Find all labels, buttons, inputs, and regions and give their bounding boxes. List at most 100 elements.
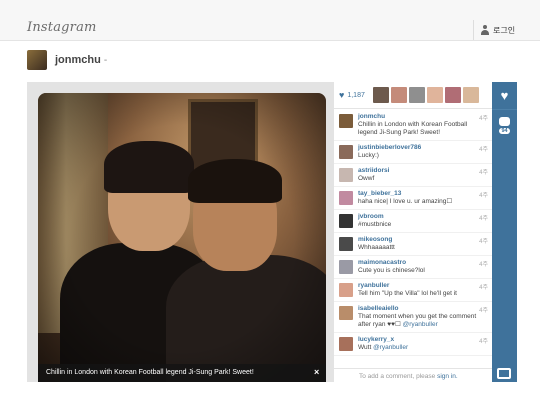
comment-text: haha nice| I love u. ur amazing☐ [358,198,487,206]
comment-text: Chillin in London with Korean Football l… [358,121,487,137]
comment-text: Lucky:) [358,152,487,160]
comment-time: 4주 [479,285,488,291]
commenter-avatar[interactable] [339,214,353,228]
commenter-avatar[interactable] [339,237,353,251]
comment-mention[interactable]: @ryanbuller [403,321,438,328]
comment-time: 4주 [479,262,488,268]
comment-time: 4주 [479,193,488,199]
commenter-avatar[interactable] [339,114,353,128]
comment-text-body: Owwf [358,175,375,182]
comment-body: ryanbuller Tell him "Up the Villa" lol he… [358,282,487,298]
comment-item: justinbieberlover786 Lucky:) 4주 [334,141,492,164]
comment-text-body: Chillin in London with Korean Football l… [358,121,468,136]
instagram-logo[interactable]: Instagram [27,20,97,35]
likes-count[interactable]: 1,187 [347,92,365,99]
comment-username[interactable]: jonmchu [358,113,487,121]
comment-time: 4주 [479,339,488,345]
action-rail: ♥ 94 [492,82,517,382]
sign-in-link[interactable]: sign in. [437,373,458,380]
likers-list [372,87,479,103]
commenter-avatar[interactable] [339,283,353,297]
comment-username[interactable]: justinbieberlover786 [358,144,487,152]
photo-viewer: Chillin in London with Korean Football l… [27,82,517,382]
comment-text-body: Whhaaaaattt [358,244,395,251]
comment-body: maimonacastro Cute you is chinese?lol [358,259,487,275]
comment-button[interactable]: 94 [492,110,517,140]
comment-text: Whhaaaaattt [358,244,487,252]
comment-mention[interactable]: @ryanbuller [373,344,408,351]
liker-avatar[interactable] [444,87,461,103]
profile-username[interactable]: jonmchu [55,54,101,66]
profile-header: jonmchu - [27,50,107,70]
comment-text: Owwf [358,175,487,183]
like-button[interactable]: ♥ [492,82,517,110]
comment-username[interactable]: astriidorsi [358,167,487,175]
commenter-avatar[interactable] [339,306,353,320]
camera-icon[interactable] [497,368,511,379]
likes-bar: ♥ 1,187 [334,82,492,109]
comment-body: justinbieberlover786 Lucky:) [358,144,487,160]
liker-avatar[interactable] [372,87,389,103]
username-dash: - [103,54,108,66]
comment-text-body: Cute you is chinese?lol [358,267,425,274]
comment-body: jonmchu Chillin in London with Korean Foo… [358,113,487,137]
comment-username[interactable]: tay_bieber_13 [358,190,487,198]
liker-avatar[interactable] [408,87,425,103]
add-comment-prompt: To add a comment, please sign in. [334,368,492,382]
comment-text: #mustbnice [358,221,487,229]
photo[interactable] [38,93,326,382]
avatar[interactable] [27,50,47,70]
comment-text-body: #mustbnice [358,221,392,228]
speech-bubble-icon [499,116,510,126]
comment-text-body: haha nice| I love u. ur amazing☐ [358,198,453,205]
comment-item: ryanbuller Tell him "Up the Villa" lol he… [334,279,492,302]
liker-avatar[interactable] [390,87,407,103]
caption-close-button[interactable]: × [314,367,319,377]
comment-username[interactable]: jvbroom [358,213,487,221]
liker-avatar[interactable] [462,87,479,103]
comment-list[interactable]: jonmchu Chillin in London with Korean Foo… [334,110,492,364]
comment-time: 4주 [479,170,488,176]
liker-avatar[interactable] [426,87,443,103]
comment-item: lucykerry_x Wutt @ryanbuller 4주 [334,333,492,356]
login-button[interactable]: 로그인 [473,20,521,40]
comment-text-body: Tell him "Up the Villa" lol he'll get it [358,290,457,297]
comment-item: maimonacastro Cute you is chinese?lol 4주 [334,256,492,279]
comment-username[interactable]: isabelleaiello [358,305,487,313]
commenter-avatar[interactable] [339,191,353,205]
comment-time: 4주 [479,216,488,222]
heart-icon: ♥ [339,90,345,100]
comment-time: 4주 [479,308,488,314]
comment-username[interactable]: maimonacastro [358,259,487,267]
comment-body: jvbroom #mustbnice [358,213,487,229]
comment-text: Tell him "Up the Villa" lol he'll get it [358,290,487,298]
comment-time: 4주 [479,239,488,245]
comment-time: 4주 [479,147,488,153]
comment-time: 4주 [479,116,488,122]
comment-body: isabelleaiello That moment when you get t… [358,305,487,329]
commenter-avatar[interactable] [339,168,353,182]
comment-text: That moment when you get the comment aft… [358,313,487,329]
comment-username[interactable]: lucykerry_x [358,336,487,344]
comment-item: tay_bieber_13 haha nice| I love u. ur ama… [334,187,492,210]
login-label: 로그인 [493,25,516,35]
comments-panel: ♥ 1,187 jonmchu Chillin in London with Ko… [334,82,492,382]
comment-count: 94 [499,127,510,134]
comment-item: isabelleaiello That moment when you get t… [334,302,492,333]
comment-item: mikeosong Whhaaaaattt 4주 [334,233,492,256]
comment-body: astriidorsi Owwf [358,167,487,183]
commenter-avatar[interactable] [339,145,353,159]
person-icon [480,25,490,35]
comment-body: tay_bieber_13 haha nice| I love u. ur ama… [358,190,487,206]
comment-username[interactable]: ryanbuller [358,282,487,290]
commenter-avatar[interactable] [339,337,353,351]
commenter-avatar[interactable] [339,260,353,274]
comment-item: astriidorsi Owwf 4주 [334,164,492,187]
comment-item: jvbroom #mustbnice 4주 [334,210,492,233]
top-bar: Instagram 로그인 [0,0,540,41]
comment-username[interactable]: mikeosong [358,236,487,244]
comment-body: mikeosong Whhaaaaattt [358,236,487,252]
comment-text: Cute you is chinese?lol [358,267,487,275]
heart-icon: ♥ [500,88,509,103]
caption-comment: jonmchu Chillin in London with Korean Foo… [334,110,492,141]
